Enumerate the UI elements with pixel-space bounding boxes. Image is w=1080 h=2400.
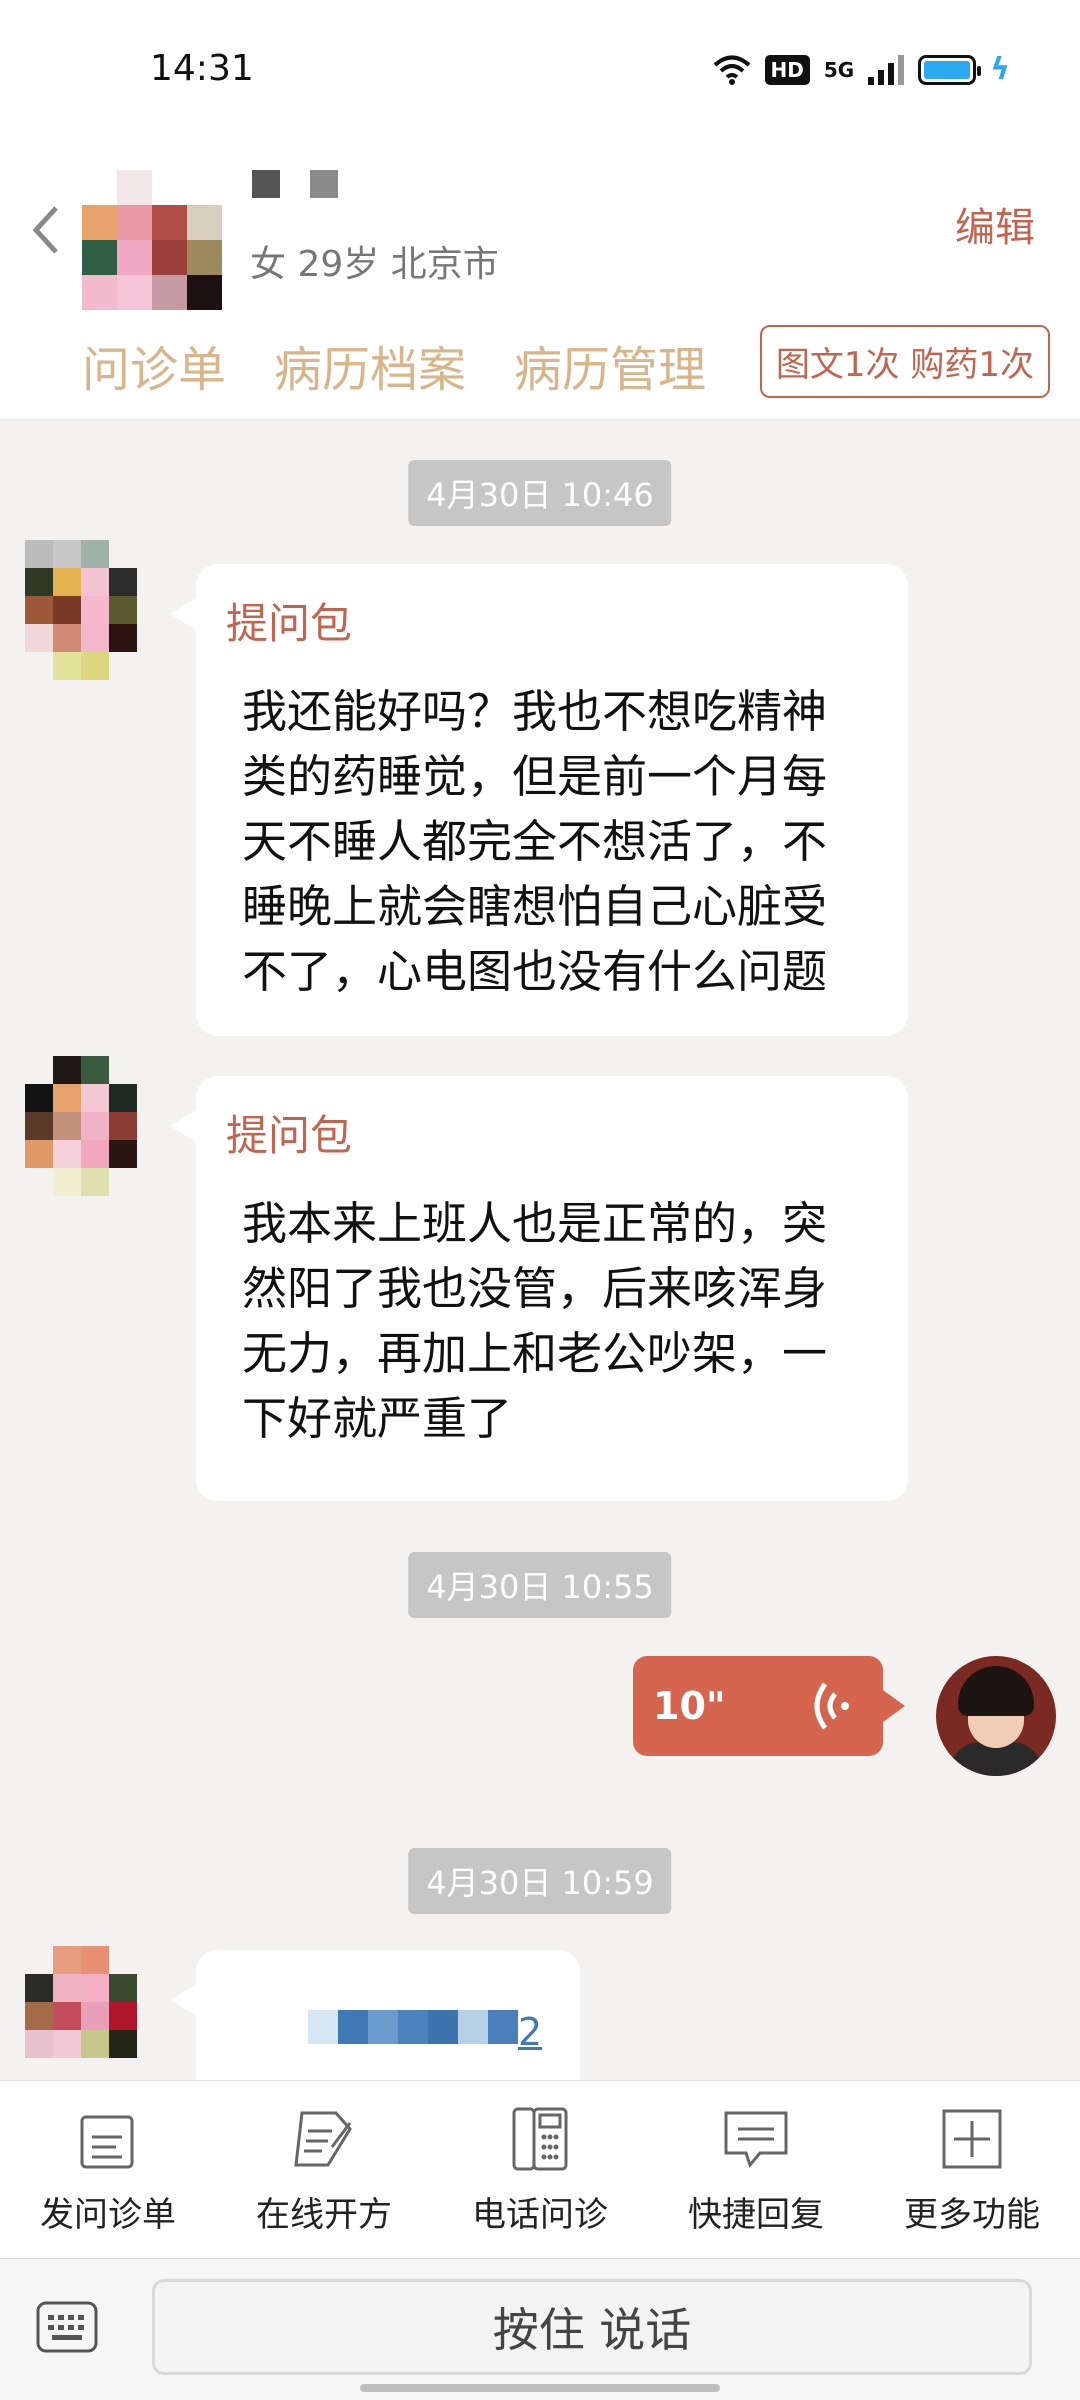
quick-reply-icon (724, 2111, 788, 2169)
hold-to-talk-button[interactable]: 按住 说话 (152, 2279, 1032, 2375)
hd-icon: HD (764, 54, 810, 85)
voice-message-bubble[interactable]: 10" (633, 1656, 905, 1756)
question-package-tag: 提问包 (226, 1111, 353, 1160)
keyboard-icon[interactable] (36, 2301, 98, 2353)
signal-icon (868, 54, 905, 85)
back-icon[interactable] (30, 200, 60, 260)
timestamp: 4月30日 10:46 (408, 460, 672, 526)
chat-area[interactable]: 4月30日 10:46 提问包 我还能好吗？我也不想吃精神 类的药睡觉，但是前一… (0, 420, 1080, 2080)
input-bar: 按住 说话 (0, 2258, 1080, 2400)
send-consult-form-button[interactable]: 发问诊单 (8, 2081, 208, 2258)
tab-consult-form[interactable]: 问诊单 (82, 330, 226, 400)
battery-icon (918, 54, 982, 85)
link-tail: 2 (518, 2010, 543, 2054)
message-text: 我本来上班人也是正常的，突 然阳了我也没管，后来咳浑身 无力，再加上和老公吵架，… (242, 1197, 828, 1445)
tab-record-management[interactable]: 病历管理 (514, 330, 706, 400)
network-5g-icon: 5G (823, 57, 855, 82)
status-icons: HD 5G ϟ (713, 52, 1010, 87)
plus-box-icon (942, 2109, 1002, 2169)
patient-meta: 女 29岁 北京市 (250, 244, 499, 285)
question-package-tag: 提问包 (226, 599, 353, 648)
quick-reply-button[interactable]: 快捷回复 (656, 2081, 856, 2258)
patient-name-masked (252, 170, 338, 198)
edit-button[interactable]: 编辑 (955, 195, 1035, 253)
masked-link-text: 2 (308, 2010, 542, 2054)
patient-chat-avatar[interactable] (25, 540, 137, 680)
timestamp: 4月30日 10:55 (408, 1552, 672, 1618)
wifi-icon (713, 55, 750, 85)
phone-icon (512, 2107, 568, 2171)
prescription-icon (294, 2111, 352, 2167)
function-bar: 发问诊单 在线开方 电话问诊 快捷回复 更多功能 (0, 2080, 1080, 2258)
timestamp: 4月30日 10:59 (408, 1848, 672, 1914)
charging-icon: ϟ (990, 52, 1010, 87)
patient-chat-avatar[interactable] (25, 1946, 137, 2080)
header-tabs: 问诊单 病历档案 病历管理 (82, 330, 706, 400)
doctor-avatar[interactable] (936, 1656, 1056, 1776)
package-badge[interactable]: 图文1次 购药1次 (759, 325, 1050, 398)
patient-avatar[interactable] (82, 170, 222, 310)
message-bubble[interactable]: 提问包 我还能好吗？我也不想吃精神 类的药睡觉，但是前一个月每 天不睡人都完全不… (170, 564, 908, 1036)
status-bar: 14:31 HD 5G ϟ (0, 0, 1080, 140)
status-time: 14:31 (150, 48, 254, 89)
message-text: 我还能好吗？我也不想吃精神 类的药睡觉，但是前一个月每 天不睡人都完全不想活了，… (242, 685, 828, 998)
voice-duration: 10" (653, 1684, 726, 1728)
online-prescription-button[interactable]: 在线开方 (224, 2081, 424, 2258)
patient-header: 女 29岁 北京市 编辑 问诊单 病历档案 病历管理 图文1次 购药1次 (0, 140, 1080, 420)
patient-chat-avatar[interactable] (25, 1056, 137, 1196)
form-send-icon (80, 2115, 134, 2169)
voice-wave-icon (814, 1682, 849, 1730)
message-bubble[interactable]: 2 (170, 1950, 580, 2080)
phone-consult-button[interactable]: 电话问诊 (440, 2081, 640, 2258)
tab-medical-records[interactable]: 病历档案 (274, 330, 466, 400)
home-indicator[interactable] (360, 2384, 720, 2392)
message-bubble[interactable]: 提问包 我本来上班人也是正常的，突 然阳了我也没管，后来咳浑身 无力，再加上和老… (170, 1076, 908, 1501)
more-functions-button[interactable]: 更多功能 (872, 2081, 1072, 2258)
